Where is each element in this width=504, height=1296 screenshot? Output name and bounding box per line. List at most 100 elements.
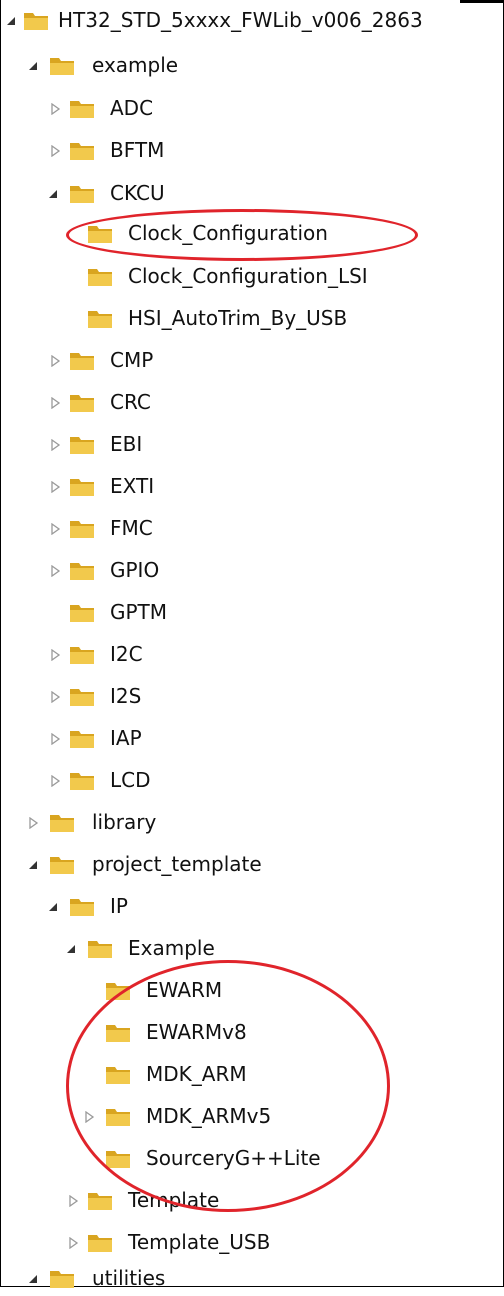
- collapsed-arrow-icon[interactable]: [48, 522, 62, 536]
- tree-row-ewarmv8[interactable]: EWARMv8: [0, 1016, 504, 1050]
- tree-item-label: I2C: [110, 642, 143, 666]
- collapsed-arrow-icon[interactable]: [26, 816, 40, 830]
- collapsed-arrow-icon[interactable]: [48, 480, 62, 494]
- tree-row-adc[interactable]: ADC: [0, 92, 504, 126]
- tree-row-cmp[interactable]: CMP: [0, 344, 504, 378]
- collapsed-arrow-icon[interactable]: [48, 144, 62, 158]
- folder-icon: [104, 1148, 132, 1170]
- folder-icon: [104, 1064, 132, 1086]
- tree-item-label: BFTM: [110, 138, 165, 162]
- collapsed-arrow-icon[interactable]: [48, 564, 62, 578]
- folder-icon: [68, 140, 96, 162]
- expanded-arrow-icon[interactable]: [46, 900, 60, 914]
- tree-row-i2c[interactable]: I2C: [0, 638, 504, 672]
- tree-item-label: library: [92, 810, 157, 834]
- folder-icon: [68, 728, 96, 750]
- folder-icon: [68, 602, 96, 624]
- tree-item-label: Clock_Configuration: [128, 221, 328, 245]
- folder-tree: HT32_STD_5xxxx_FWLib_v006_2863 example A…: [0, 0, 504, 1290]
- folder-icon: [68, 770, 96, 792]
- tree-item-label: EWARMv8: [146, 1020, 247, 1044]
- tree-item-label: Example: [128, 936, 215, 960]
- folder-icon: [86, 308, 114, 330]
- tree-row-template-usb[interactable]: Template_USB: [0, 1226, 504, 1260]
- folder-icon: [68, 644, 96, 666]
- expanded-arrow-icon[interactable]: [64, 942, 78, 956]
- tree-row-example[interactable]: example: [0, 49, 504, 83]
- folder-icon: [68, 392, 96, 414]
- tree-row-gpio[interactable]: GPIO: [0, 554, 504, 588]
- collapsed-arrow-icon[interactable]: [66, 1236, 80, 1250]
- collapsed-arrow-icon[interactable]: [82, 1110, 96, 1124]
- tree-row-fmc[interactable]: FMC: [0, 512, 504, 546]
- tree-item-label: project_template: [92, 852, 262, 876]
- folder-icon: [68, 518, 96, 540]
- collapsed-arrow-icon[interactable]: [48, 102, 62, 116]
- tree-item-label: SourceryG++Lite: [146, 1146, 321, 1170]
- expanded-arrow-icon[interactable]: [46, 187, 60, 201]
- expanded-arrow-icon[interactable]: [26, 59, 40, 73]
- tree-row-clock-configuration[interactable]: Clock_Configuration: [0, 217, 504, 251]
- folder-icon: [68, 476, 96, 498]
- collapsed-arrow-icon[interactable]: [48, 774, 62, 788]
- tree-row-ewarm[interactable]: EWARM: [0, 974, 504, 1008]
- tree-item-label: Clock_Configuration_LSI: [128, 264, 368, 288]
- tree-item-label: EXTI: [110, 474, 155, 498]
- tree-row-clock-configuration-lsi[interactable]: Clock_Configuration_LSI: [0, 260, 504, 294]
- folder-icon: [48, 1268, 76, 1290]
- tree-row-iap[interactable]: IAP: [0, 722, 504, 756]
- tree-row-gptm[interactable]: GPTM: [0, 596, 504, 630]
- tree-item-label: EWARM: [146, 978, 223, 1002]
- collapsed-arrow-icon[interactable]: [48, 438, 62, 452]
- expanded-arrow-icon[interactable]: [26, 1272, 40, 1286]
- collapsed-arrow-icon[interactable]: [48, 690, 62, 704]
- folder-icon: [48, 812, 76, 834]
- tree-row-ip[interactable]: IP: [0, 890, 504, 924]
- collapsed-arrow-icon[interactable]: [48, 354, 62, 368]
- tree-row-utilities[interactable]: utilities: [0, 1262, 504, 1296]
- tree-item-label: example: [92, 53, 179, 77]
- tree-row-template[interactable]: Template: [0, 1184, 504, 1218]
- folder-icon: [68, 686, 96, 708]
- tree-row-root[interactable]: HT32_STD_5xxxx_FWLib_v006_2863: [0, 4, 504, 38]
- tree-item-label: Template: [128, 1188, 220, 1212]
- tree-row-ebi[interactable]: EBI: [0, 428, 504, 462]
- tree-row-lcd[interactable]: LCD: [0, 764, 504, 798]
- folder-icon: [86, 223, 114, 245]
- tree-row-mdk-arm[interactable]: MDK_ARM: [0, 1058, 504, 1092]
- folder-icon: [68, 896, 96, 918]
- tree-row-crc[interactable]: CRC: [0, 386, 504, 420]
- tree-row-hsi-autotrim-by-usb[interactable]: HSI_AutoTrim_By_USB: [0, 302, 504, 336]
- folder-icon: [68, 434, 96, 456]
- tree-row-mdk-armv5[interactable]: MDK_ARMv5: [0, 1100, 504, 1134]
- folder-icon: [86, 266, 114, 288]
- tree-row-ckcu[interactable]: CKCU: [0, 177, 504, 211]
- tree-row-i2s[interactable]: I2S: [0, 680, 504, 714]
- folder-icon: [68, 98, 96, 120]
- folder-icon: [68, 183, 96, 205]
- expanded-arrow-icon[interactable]: [26, 858, 40, 872]
- tree-row-library[interactable]: library: [0, 806, 504, 840]
- tree-item-label: CRC: [110, 390, 151, 414]
- tree-item-label: CMP: [110, 348, 154, 372]
- folder-icon: [68, 350, 96, 372]
- collapsed-arrow-icon[interactable]: [48, 732, 62, 746]
- tree-item-label: IP: [110, 894, 128, 918]
- folder-icon: [68, 560, 96, 582]
- collapsed-arrow-icon[interactable]: [48, 396, 62, 410]
- tree-row-example-sub[interactable]: Example: [0, 932, 504, 966]
- collapsed-arrow-icon[interactable]: [48, 648, 62, 662]
- tree-item-label: utilities: [92, 1266, 166, 1290]
- expanded-arrow-icon[interactable]: [4, 14, 18, 28]
- collapsed-arrow-icon[interactable]: [66, 1194, 80, 1208]
- tree-row-sourcery[interactable]: SourceryG++Lite: [0, 1142, 504, 1176]
- tree-row-bftm[interactable]: BFTM: [0, 134, 504, 168]
- folder-icon: [86, 1232, 114, 1254]
- tree-row-project-template[interactable]: project_template: [0, 848, 504, 882]
- tree-item-label: IAP: [110, 726, 142, 750]
- tree-item-label: HT32_STD_5xxxx_FWLib_v006_2863: [58, 8, 423, 32]
- folder-icon: [104, 1106, 132, 1128]
- folder-icon: [48, 55, 76, 77]
- tree-row-exti[interactable]: EXTI: [0, 470, 504, 504]
- folder-icon: [86, 1190, 114, 1212]
